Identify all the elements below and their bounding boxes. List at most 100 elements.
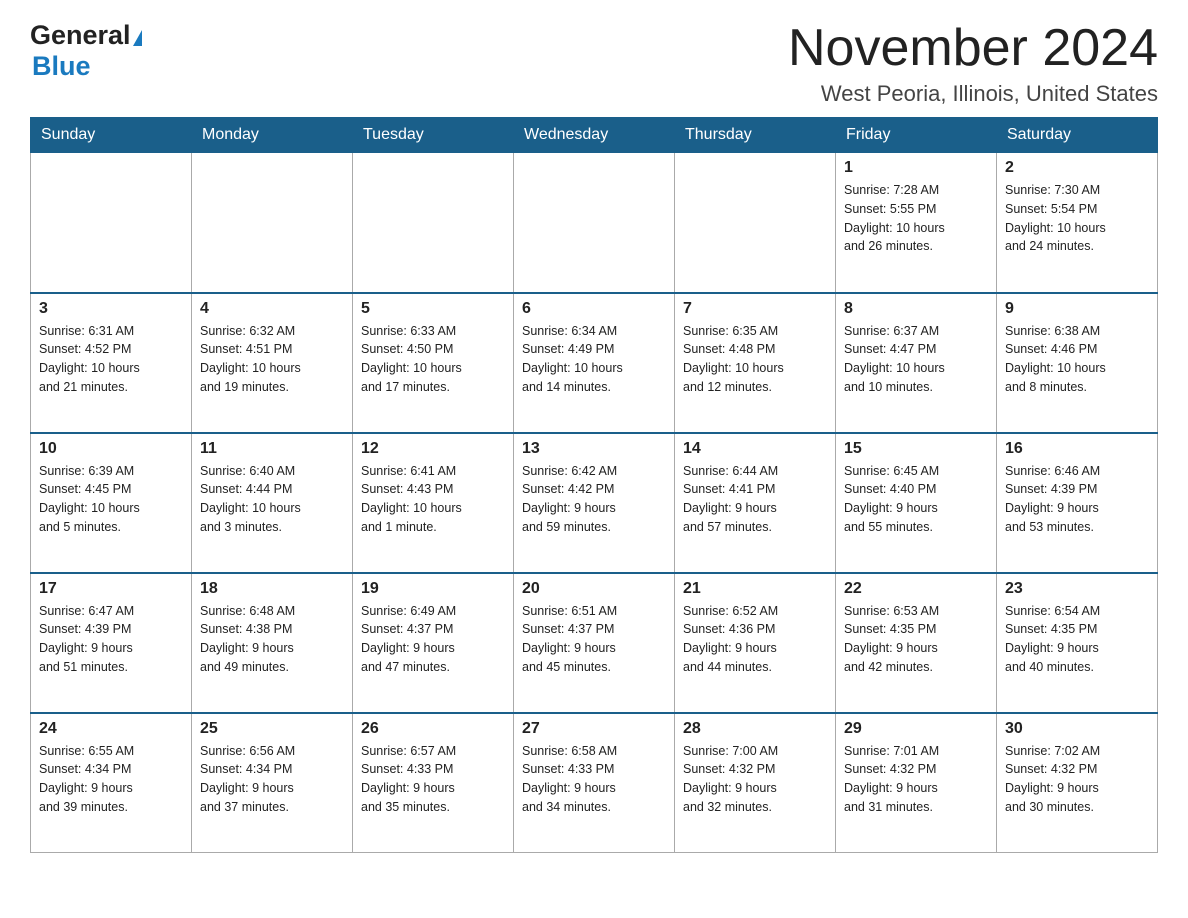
day-info: Sunrise: 7:28 AM Sunset: 5:55 PM Dayligh…: [844, 181, 988, 256]
calendar-header-row: SundayMondayTuesdayWednesdayThursdayFrid…: [31, 118, 1158, 153]
location-subtitle: West Peoria, Illinois, United States: [788, 81, 1158, 107]
day-number: 21: [683, 580, 827, 598]
day-info: Sunrise: 6:41 AM Sunset: 4:43 PM Dayligh…: [361, 462, 505, 537]
day-info: Sunrise: 6:58 AM Sunset: 4:33 PM Dayligh…: [522, 742, 666, 817]
day-number: 30: [1005, 720, 1149, 738]
day-info: Sunrise: 6:31 AM Sunset: 4:52 PM Dayligh…: [39, 322, 183, 397]
header-friday: Friday: [836, 118, 997, 153]
day-number: 3: [39, 300, 183, 318]
day-number: 26: [361, 720, 505, 738]
day-info: Sunrise: 6:51 AM Sunset: 4:37 PM Dayligh…: [522, 602, 666, 677]
calendar-cell: 9 Sunrise: 6:38 AM Sunset: 4:46 PM Daylig…: [997, 293, 1158, 433]
day-info: Sunrise: 6:42 AM Sunset: 4:42 PM Dayligh…: [522, 462, 666, 537]
calendar-cell: 5 Sunrise: 6:33 AM Sunset: 4:50 PM Daylig…: [353, 293, 514, 433]
day-number: 7: [683, 300, 827, 318]
day-info: Sunrise: 7:01 AM Sunset: 4:32 PM Dayligh…: [844, 742, 988, 817]
calendar-cell: [353, 153, 514, 293]
calendar-cell: 13 Sunrise: 6:42 AM Sunset: 4:42 PM Dayli…: [514, 433, 675, 573]
calendar-cell: 16 Sunrise: 6:46 AM Sunset: 4:39 PM Dayli…: [997, 433, 1158, 573]
calendar-cell: 8Sunrise: 6:37 AM Sunset: 4:47 PM Daylig…: [836, 293, 997, 433]
month-title: November 2024: [788, 20, 1158, 77]
day-info: Sunrise: 6:38 AM Sunset: 4:46 PM Dayligh…: [1005, 322, 1149, 397]
day-info: Sunrise: 6:57 AM Sunset: 4:33 PM Dayligh…: [361, 742, 505, 817]
day-number: 10: [39, 440, 183, 458]
day-number: 5: [361, 300, 505, 318]
day-number: 16: [1005, 440, 1149, 458]
calendar-cell: 3 Sunrise: 6:31 AM Sunset: 4:52 PM Daylig…: [31, 293, 192, 433]
day-number: 12: [361, 440, 505, 458]
day-number: 23: [1005, 580, 1149, 598]
day-number: 27: [522, 720, 666, 738]
day-number: 8: [844, 300, 988, 318]
day-number: 15: [844, 440, 988, 458]
page-header: General Blue November 2024 West Peoria, …: [30, 20, 1158, 107]
day-number: 19: [361, 580, 505, 598]
day-number: 1: [844, 159, 988, 177]
calendar-cell: 21 Sunrise: 6:52 AM Sunset: 4:36 PM Dayli…: [675, 573, 836, 713]
day-number: 24: [39, 720, 183, 738]
header-saturday: Saturday: [997, 118, 1158, 153]
day-info: Sunrise: 6:53 AM Sunset: 4:35 PM Dayligh…: [844, 602, 988, 677]
day-info: Sunrise: 7:30 AM Sunset: 5:54 PM Dayligh…: [1005, 181, 1149, 256]
day-number: 14: [683, 440, 827, 458]
day-number: 18: [200, 580, 344, 598]
day-number: 6: [522, 300, 666, 318]
day-info: Sunrise: 7:00 AM Sunset: 4:32 PM Dayligh…: [683, 742, 827, 817]
calendar-cell: 18Sunrise: 6:48 AM Sunset: 4:38 PM Dayli…: [192, 573, 353, 713]
calendar-cell: 7 Sunrise: 6:35 AM Sunset: 4:48 PM Daylig…: [675, 293, 836, 433]
day-number: 28: [683, 720, 827, 738]
day-info: Sunrise: 6:40 AM Sunset: 4:44 PM Dayligh…: [200, 462, 344, 537]
day-number: 4: [200, 300, 344, 318]
calendar-week-row: 10 Sunrise: 6:39 AM Sunset: 4:45 PM Dayli…: [31, 433, 1158, 573]
calendar-cell: [675, 153, 836, 293]
day-info: Sunrise: 6:52 AM Sunset: 4:36 PM Dayligh…: [683, 602, 827, 677]
day-info: Sunrise: 6:35 AM Sunset: 4:48 PM Dayligh…: [683, 322, 827, 397]
day-info: Sunrise: 6:34 AM Sunset: 4:49 PM Dayligh…: [522, 322, 666, 397]
calendar-table: SundayMondayTuesdayWednesdayThursdayFrid…: [30, 117, 1158, 853]
calendar-week-row: 17 Sunrise: 6:47 AM Sunset: 4:39 PM Dayli…: [31, 573, 1158, 713]
calendar-cell: 22 Sunrise: 6:53 AM Sunset: 4:35 PM Dayli…: [836, 573, 997, 713]
calendar-cell: [31, 153, 192, 293]
calendar-cell: 24 Sunrise: 6:55 AM Sunset: 4:34 PM Dayli…: [31, 713, 192, 853]
logo: General Blue: [30, 20, 142, 82]
day-info: Sunrise: 6:54 AM Sunset: 4:35 PM Dayligh…: [1005, 602, 1149, 677]
header-tuesday: Tuesday: [353, 118, 514, 153]
day-info: Sunrise: 6:46 AM Sunset: 4:39 PM Dayligh…: [1005, 462, 1149, 537]
calendar-cell: 28 Sunrise: 7:00 AM Sunset: 4:32 PM Dayli…: [675, 713, 836, 853]
calendar-cell: 4 Sunrise: 6:32 AM Sunset: 4:51 PM Daylig…: [192, 293, 353, 433]
calendar-cell: 2 Sunrise: 7:30 AM Sunset: 5:54 PM Daylig…: [997, 153, 1158, 293]
header-thursday: Thursday: [675, 118, 836, 153]
day-number: 20: [522, 580, 666, 598]
logo-blue-text: Blue: [32, 51, 91, 81]
day-number: 9: [1005, 300, 1149, 318]
calendar-cell: 1 Sunrise: 7:28 AM Sunset: 5:55 PM Daylig…: [836, 153, 997, 293]
calendar-cell: 30Sunrise: 7:02 AM Sunset: 4:32 PM Dayli…: [997, 713, 1158, 853]
day-info: Sunrise: 6:56 AM Sunset: 4:34 PM Dayligh…: [200, 742, 344, 817]
logo-general-text: General: [30, 20, 131, 51]
header-wednesday: Wednesday: [514, 118, 675, 153]
day-number: 2: [1005, 159, 1149, 177]
calendar-week-row: 24 Sunrise: 6:55 AM Sunset: 4:34 PM Dayli…: [31, 713, 1158, 853]
day-info: Sunrise: 6:55 AM Sunset: 4:34 PM Dayligh…: [39, 742, 183, 817]
day-info: Sunrise: 6:49 AM Sunset: 4:37 PM Dayligh…: [361, 602, 505, 677]
calendar-week-row: 1 Sunrise: 7:28 AM Sunset: 5:55 PM Daylig…: [31, 153, 1158, 293]
day-number: 22: [844, 580, 988, 598]
day-number: 13: [522, 440, 666, 458]
calendar-cell: [192, 153, 353, 293]
calendar-cell: 14 Sunrise: 6:44 AM Sunset: 4:41 PM Dayli…: [675, 433, 836, 573]
day-number: 17: [39, 580, 183, 598]
calendar-cell: 26 Sunrise: 6:57 AM Sunset: 4:33 PM Dayli…: [353, 713, 514, 853]
calendar-cell: [514, 153, 675, 293]
day-info: Sunrise: 6:39 AM Sunset: 4:45 PM Dayligh…: [39, 462, 183, 537]
day-info: Sunrise: 6:32 AM Sunset: 4:51 PM Dayligh…: [200, 322, 344, 397]
logo-triangle-icon: [133, 30, 142, 46]
calendar-cell: 19 Sunrise: 6:49 AM Sunset: 4:37 PM Dayli…: [353, 573, 514, 713]
day-info: Sunrise: 6:45 AM Sunset: 4:40 PM Dayligh…: [844, 462, 988, 537]
day-info: Sunrise: 6:44 AM Sunset: 4:41 PM Dayligh…: [683, 462, 827, 537]
calendar-cell: 29Sunrise: 7:01 AM Sunset: 4:32 PM Dayli…: [836, 713, 997, 853]
day-info: Sunrise: 6:33 AM Sunset: 4:50 PM Dayligh…: [361, 322, 505, 397]
calendar-cell: 11Sunrise: 6:40 AM Sunset: 4:44 PM Dayli…: [192, 433, 353, 573]
calendar-cell: 20 Sunrise: 6:51 AM Sunset: 4:37 PM Dayli…: [514, 573, 675, 713]
calendar-cell: 27 Sunrise: 6:58 AM Sunset: 4:33 PM Dayli…: [514, 713, 675, 853]
day-info: Sunrise: 6:47 AM Sunset: 4:39 PM Dayligh…: [39, 602, 183, 677]
